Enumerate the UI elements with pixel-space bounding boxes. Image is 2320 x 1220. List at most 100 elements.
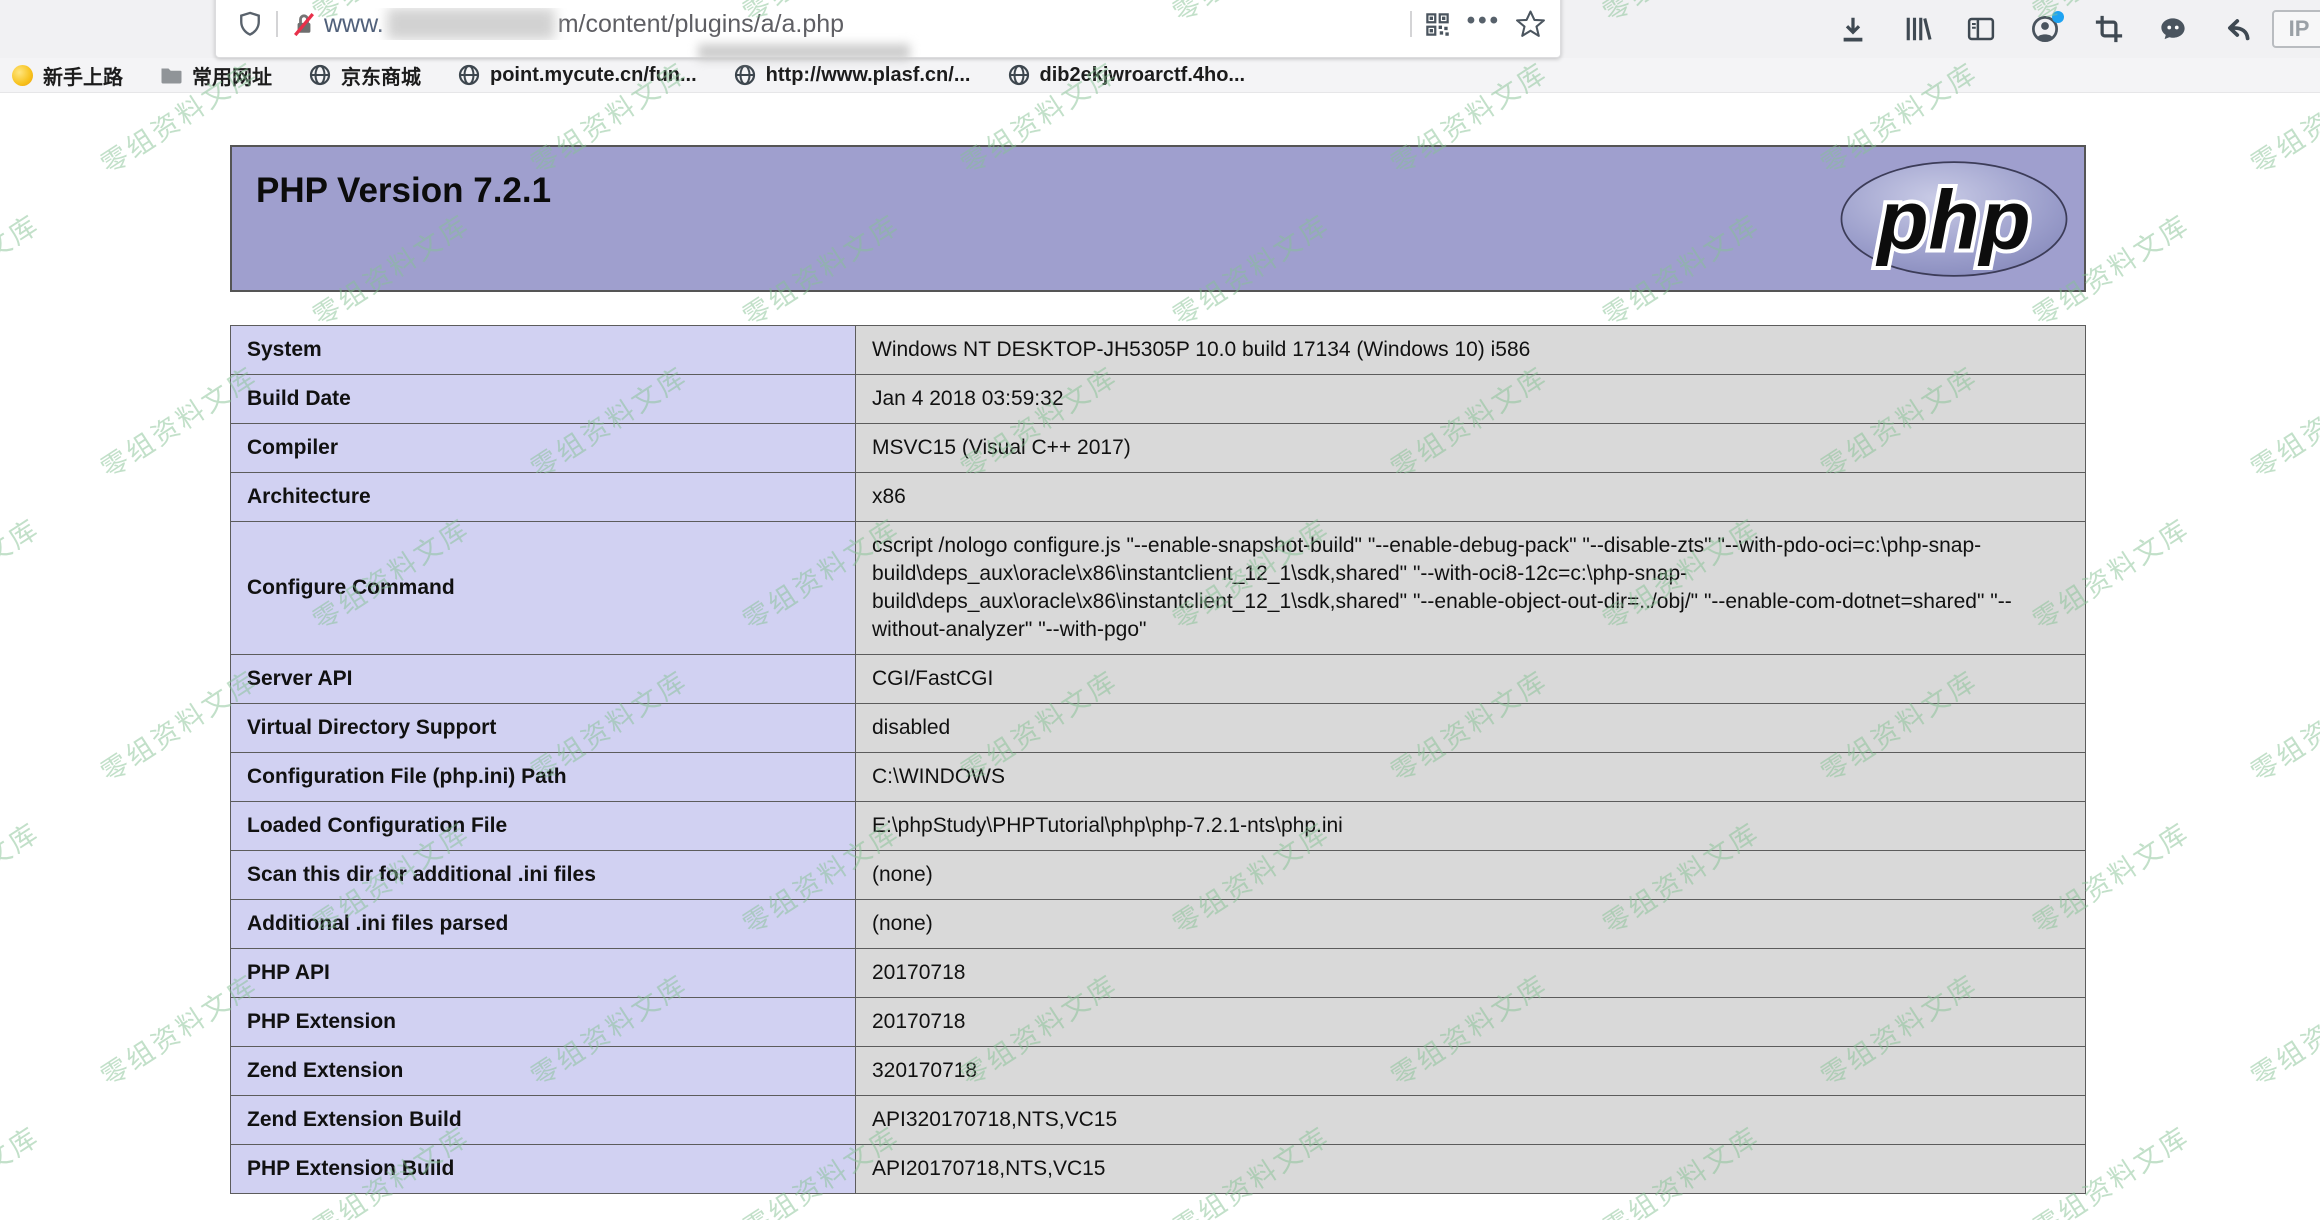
watermark-text: 零组资料文库 (0, 507, 46, 638)
globe-icon (457, 63, 481, 87)
table-row: Configure Command cscript /nologo config… (231, 522, 2086, 655)
info-value-cell: (none) (856, 851, 2086, 900)
sidebar-toggle-icon[interactable] (1966, 14, 1996, 44)
php-logo-text: php (1875, 172, 2030, 266)
info-value-cell: 20170718 (856, 949, 2086, 998)
info-label-cell: Scan this dir for additional .ini files (231, 851, 856, 900)
info-label-cell: Build Date (231, 375, 856, 424)
bookmark-star-icon[interactable] (1515, 9, 1546, 40)
library-icon[interactable] (1902, 14, 1932, 44)
info-label-cell: Zend Extension (231, 1047, 856, 1096)
url-text: www. m/content/plugins/a/a.php (324, 8, 1398, 40)
info-label-cell: Configuration File (php.ini) Path (231, 753, 856, 802)
urlbar-separator (276, 11, 278, 37)
watermark-text: 零组资料文库 (2242, 355, 2320, 486)
watermark-text: 零组资料文库 (0, 1115, 46, 1220)
info-label-cell: Virtual Directory Support (231, 704, 856, 753)
globe-icon (733, 63, 757, 87)
redacted-domain (387, 8, 555, 40)
insecure-lock-icon[interactable] (290, 10, 318, 38)
info-value-cell: disabled (856, 704, 2086, 753)
table-row: Configuration File (php.ini) Path C:\WIN… (231, 753, 2086, 802)
info-label-cell: Zend Extension Build (231, 1096, 856, 1145)
table-row: Loaded Configuration File E:\phpStudy\PH… (231, 802, 2086, 851)
page-actions-icon[interactable]: ••• (1467, 7, 1501, 35)
phpinfo-header: PHP Version 7.2.1 php (230, 145, 2086, 292)
info-value-cell: API20170718,NTS,VC15 (856, 1145, 2086, 1194)
watermark-text: 零组资料文库 (2242, 659, 2320, 790)
bookmark-item-mycute[interactable]: point.mycute.cn/fun... (457, 63, 697, 87)
account-notification-dot (2052, 11, 2064, 23)
getting-started-icon (10, 63, 34, 87)
table-row: Virtual Directory Support disabled (231, 704, 2086, 753)
folder-icon (159, 63, 183, 87)
bookmark-item-common-sites[interactable]: 常用网址 (159, 61, 272, 90)
phpinfo-table: System Windows NT DESKTOP-JH5305P 10.0 b… (230, 325, 2086, 1194)
page-action-separator (1410, 11, 1412, 37)
table-row: System Windows NT DESKTOP-JH5305P 10.0 b… (231, 326, 2086, 375)
bookmark-item-jd[interactable]: 京东商城 (308, 61, 421, 90)
table-row: Scan this dir for additional .ini files … (231, 851, 2086, 900)
bookmark-item-plasf[interactable]: http://www.plasf.cn/... (733, 63, 971, 87)
bookmark-label: 京东商城 (341, 61, 421, 90)
download-icon[interactable] (1838, 14, 1868, 44)
ip-proxy-badge[interactable]: IP (2272, 10, 2320, 48)
info-value-cell: E:\phpStudy\PHPTutorial\php\php-7.2.1-nt… (856, 802, 2086, 851)
phpinfo-table-body: System Windows NT DESKTOP-JH5305P 10.0 b… (231, 326, 2086, 1194)
info-value-cell: 320170718 (856, 1047, 2086, 1096)
screenshot-crop-icon[interactable] (2094, 14, 2124, 44)
info-label-cell: PHP Extension Build (231, 1145, 856, 1194)
globe-icon (308, 63, 332, 87)
undo-arrow-icon[interactable] (2222, 14, 2252, 44)
info-label-cell: Configure Command (231, 522, 856, 655)
info-value-cell: C:\WINDOWS (856, 753, 2086, 802)
table-row: Architecture x86 (231, 473, 2086, 522)
table-row: Build Date Jan 4 2018 03:59:32 (231, 375, 2086, 424)
bookmarks-bar: 新手上路 常用网址 京东商城 point.mycute.cn/fun... (0, 58, 2320, 93)
info-label-cell: Architecture (231, 473, 856, 522)
info-value-cell: API320170718,NTS,VC15 (856, 1096, 2086, 1145)
table-row: Additional .ini files parsed (none) (231, 900, 2086, 949)
bookmark-label: 常用网址 (192, 61, 272, 90)
info-label-cell: Compiler (231, 424, 856, 473)
watermark-text: 零组资料文库 (0, 203, 46, 334)
info-label-cell: PHP Extension (231, 998, 856, 1047)
url-domain-prefix: www. (324, 10, 384, 39)
watermark-text: 零组资料文库 (2242, 963, 2320, 1094)
browser-toolbar: www. m/content/plugins/a/a.php ••• (0, 0, 2320, 58)
account-icon[interactable] (2030, 14, 2060, 44)
info-value-cell: 20170718 (856, 998, 2086, 1047)
bookmark-label: http://www.plasf.cn/... (766, 64, 971, 87)
info-value-cell: Jan 4 2018 03:59:32 (856, 375, 2086, 424)
info-label-cell: Additional .ini files parsed (231, 900, 856, 949)
info-label-cell: Server API (231, 655, 856, 704)
bookmark-label: point.mycute.cn/fun... (490, 64, 697, 87)
bookmark-item-getting-started[interactable]: 新手上路 (10, 61, 123, 90)
table-row: Zend Extension 320170718 (231, 1047, 2086, 1096)
info-value-cell: Windows NT DESKTOP-JH5305P 10.0 build 17… (856, 326, 2086, 375)
messenger-chat-icon[interactable] (2158, 14, 2188, 44)
info-label-cell: System (231, 326, 856, 375)
redaction-smudge (698, 44, 910, 60)
globe-icon (1007, 63, 1031, 87)
page-title: PHP Version 7.2.1 (256, 171, 551, 211)
table-row: Server API CGI/FastCGI (231, 655, 2086, 704)
bookmark-label: dib2ekjwroarctf.4ho... (1040, 64, 1246, 87)
table-row: PHP Extension 20170718 (231, 998, 2086, 1047)
table-row: PHP API 20170718 (231, 949, 2086, 998)
qr-code-icon[interactable] (1424, 11, 1451, 38)
tracking-protection-shield-icon[interactable] (236, 10, 264, 38)
bookmark-item-ctf[interactable]: dib2ekjwroarctf.4ho... (1007, 63, 1246, 87)
info-value-cell: CGI/FastCGI (856, 655, 2086, 704)
info-value-cell: (none) (856, 900, 2086, 949)
info-label-cell: PHP API (231, 949, 856, 998)
info-value-cell: x86 (856, 473, 2086, 522)
url-path: m/content/plugins/a/a.php (558, 10, 844, 39)
table-row: Zend Extension Build API320170718,NTS,VC… (231, 1096, 2086, 1145)
bookmark-label: 新手上路 (43, 61, 123, 90)
table-row: Compiler MSVC15 (Visual C++ 2017) (231, 424, 2086, 473)
watermark-text: 零组资料文库 (0, 811, 46, 942)
table-row: PHP Extension Build API20170718,NTS,VC15 (231, 1145, 2086, 1194)
info-label-cell: Loaded Configuration File (231, 802, 856, 851)
toolbar-buttons (1838, 0, 2252, 58)
